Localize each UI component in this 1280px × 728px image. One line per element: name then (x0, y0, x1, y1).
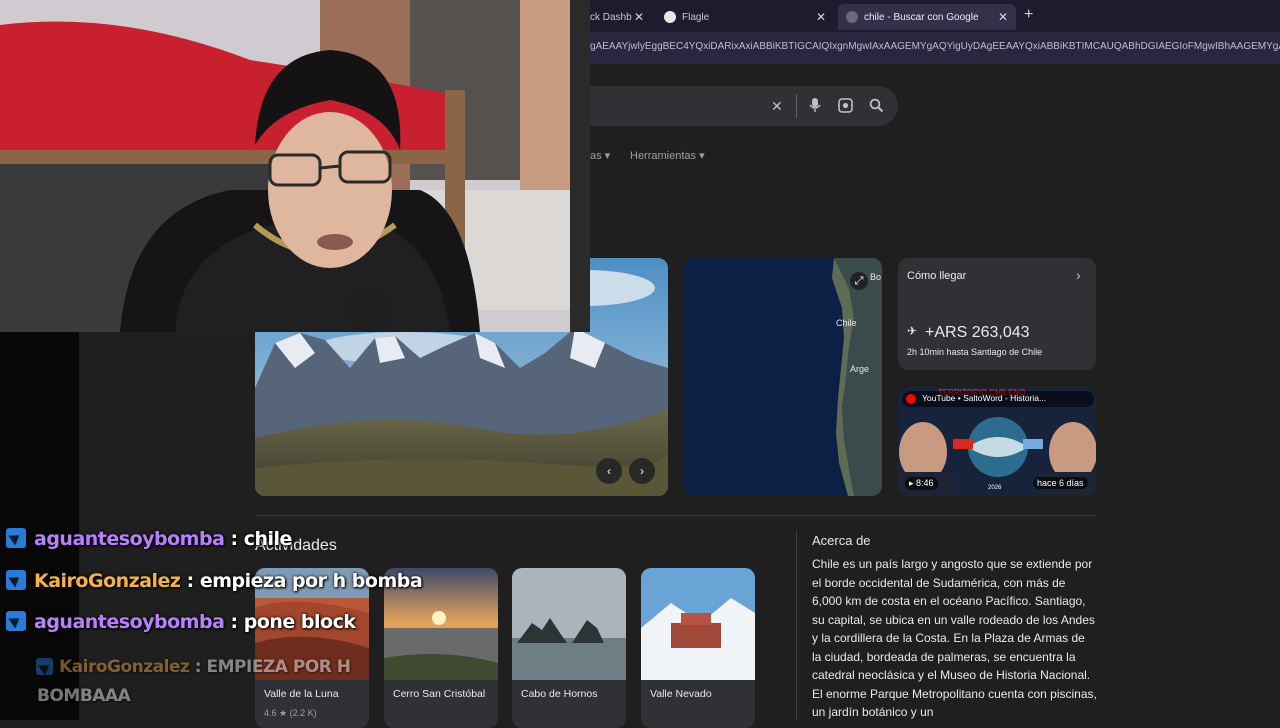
youtube-icon (906, 394, 916, 404)
video-duration: ▸ 8:46 (905, 477, 938, 490)
flight-price: +ARS 263,043 (925, 324, 1030, 341)
chat-badge-icon (6, 611, 26, 631)
chat-username: aguantesoybomba (34, 611, 225, 633)
about-text: Chile es un país largo y angosto que se … (812, 557, 1097, 719)
tools-label: Herramientas (630, 150, 697, 162)
map-label-chile: Chile (836, 318, 857, 328)
flagle-favicon-icon (664, 11, 676, 23)
tab-dashboard[interactable]: ck Dashb ✕ (580, 4, 652, 30)
video-year: 2026 (988, 485, 1002, 491)
chat-badge-icon (6, 528, 26, 548)
chat-message-faded: KairoGonzalez : EMPIEZA POR H (36, 657, 351, 677)
chat-badge-icon (36, 658, 53, 675)
tab-label: Flagle (682, 11, 710, 23)
place-card-valle-de-la-luna[interactable]: Valle de la Luna 4.6 ★ (2.2 K) (255, 568, 369, 728)
place-name: Valle Nevado (650, 688, 712, 700)
place-card-cabo-de-hornos[interactable]: Cabo de Hornos (512, 568, 626, 728)
tab-label: ck Dashb (590, 11, 632, 23)
google-favicon-icon (846, 11, 858, 23)
chat-username: KairoGonzalez (34, 570, 181, 592)
map-label-bolivia: Bo (870, 272, 882, 282)
cabo-de-hornos-photo (512, 568, 626, 680)
lens-camera-icon[interactable] (838, 98, 853, 113)
airplane-icon: ✈ (907, 324, 918, 338)
tools-button[interactable]: Herramientas ▾ (630, 149, 705, 162)
chat-text: EMPIEZA POR H (206, 657, 351, 677)
close-icon[interactable]: ✕ (998, 10, 1008, 24)
close-icon[interactable]: ✕ (816, 10, 826, 24)
chat-separator: : (224, 528, 244, 550)
map-label-argentina: Arge (850, 364, 870, 374)
search-tab-partial[interactable]: as ▾ (590, 149, 610, 162)
expand-map-icon[interactable]: ⤢ (850, 272, 868, 290)
place-name: Cerro San Cristóbal (393, 688, 486, 700)
place-rating: 4.6 ★ (2.2 K) (264, 708, 317, 718)
chat-separator: : (224, 611, 244, 633)
new-tab-button[interactable]: + (1024, 6, 1033, 24)
microphone-icon[interactable] (809, 97, 821, 113)
video-duration-value: 8:46 (916, 478, 934, 488)
chat-username: aguantesoybomba (34, 528, 225, 550)
valle-nevado-photo (641, 568, 755, 680)
about-divider (796, 530, 797, 720)
chat-message: KairoGonzalez : empieza por h bomba (6, 570, 423, 592)
chevron-right-icon: › (1076, 267, 1081, 283)
chat-username: KairoGonzalez (59, 657, 190, 677)
chat-separator: : (180, 570, 200, 592)
place-card-valle-nevado[interactable]: Valle Nevado (641, 568, 755, 728)
webcam-overlay (0, 0, 590, 332)
chat-message-faded-continuation: BOMBAAA (37, 686, 131, 706)
search-icon[interactable] (869, 98, 884, 113)
place-card-cerro-san-cristobal[interactable]: Cerro San Cristóbal (384, 568, 498, 728)
search-divider (796, 94, 797, 118)
tab-label: chile - Buscar con Google (864, 11, 979, 23)
webcam-video (0, 0, 590, 332)
video-age: hace 6 días (1033, 477, 1088, 489)
chat-text: chile (243, 528, 293, 550)
chat-badge-icon (6, 570, 26, 590)
chat-text: pone block (243, 611, 356, 633)
close-icon[interactable]: ✕ (634, 10, 644, 24)
clear-icon[interactable]: ✕ (771, 98, 783, 115)
chat-separator: : (189, 657, 207, 677)
map-graphic (832, 258, 882, 496)
chat-message: aguantesoybomba : chile (6, 528, 292, 550)
carousel-prev-button[interactable]: ‹ (596, 458, 622, 484)
carousel-next-button[interactable]: › (629, 458, 655, 484)
tab-flagle[interactable]: Flagle ✕ (656, 4, 834, 30)
url-text[interactable]: gAEAAYjwlyEggBEC4YQxiDARixAxiABBiKBTIGCA… (590, 41, 1280, 52)
place-name: Valle de la Luna (264, 688, 339, 700)
video-source: YouTube • SaltoWord - Historia... (922, 393, 1047, 403)
flight-detail: 2h 10min hasta Santiago de Chile (907, 347, 1043, 357)
chat-message: aguantesoybomba : pone block (6, 611, 356, 633)
search-tab-label: as (590, 150, 602, 162)
about-title: Acerca de (812, 533, 871, 548)
chile-map[interactable]: Chile Arge Bo ⤢ (684, 258, 882, 496)
youtube-video-card[interactable]: TERRITORIO CHILENO YouTube • SaltoWord -… (898, 387, 1096, 496)
place-name: Cabo de Hornos (521, 688, 598, 700)
directions-title: Cómo llegar (907, 270, 967, 282)
directions-card[interactable]: Cómo llegar › ✈ +ARS 263,043 2h 10min ha… (898, 258, 1096, 370)
chat-text: BOMBAAA (37, 686, 131, 706)
tab-google-search[interactable]: chile - Buscar con Google ✕ (838, 4, 1016, 30)
chat-text: empieza por h bomba (199, 570, 423, 592)
section-divider (255, 515, 1097, 516)
